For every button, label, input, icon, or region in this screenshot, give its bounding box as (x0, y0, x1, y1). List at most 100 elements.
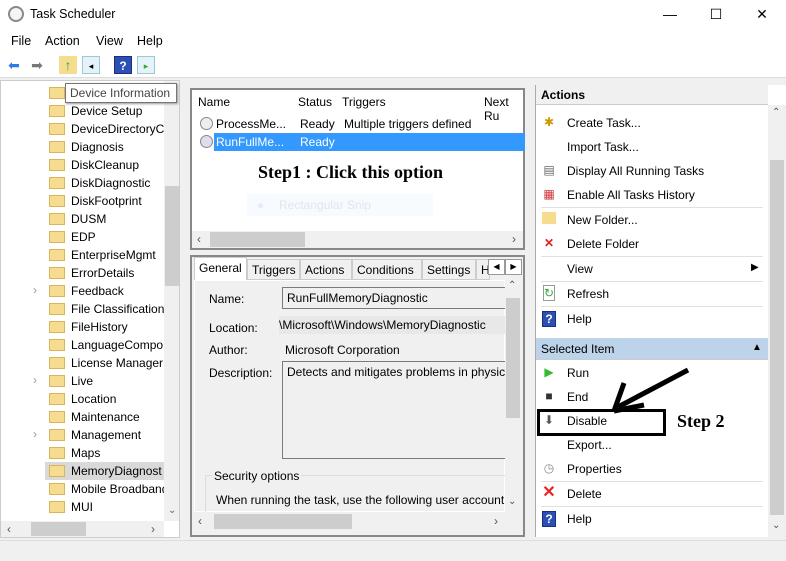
action-new-folder[interactable]: New Folder... (536, 208, 766, 232)
scroll-right-icon[interactable]: › (151, 522, 155, 536)
tree-item[interactable]: Maps (1, 444, 164, 462)
tree-item[interactable]: MemoryDiagnost (45, 462, 164, 480)
tree-item[interactable]: License Manager (1, 354, 164, 372)
task-row[interactable]: ProcessMe... Ready Multiple triggers def… (200, 115, 523, 133)
list-hscroll-thumb[interactable] (210, 232, 305, 247)
list-horizontal-scrollbar[interactable]: ‹ › (192, 231, 523, 248)
menu-action[interactable]: Action (45, 34, 80, 48)
folder-icon (49, 501, 65, 513)
scroll-right-icon[interactable]: › (494, 514, 498, 528)
action-properties[interactable]: ◷ Properties (536, 457, 766, 481)
tab-conditions[interactable]: Conditions (352, 259, 422, 280)
details-hscroll-thumb[interactable] (214, 514, 352, 529)
maximize-button[interactable]: ☐ (693, 0, 739, 30)
task-row-selected[interactable]: RunFullMe... Ready (200, 133, 525, 151)
tree-item[interactable]: › Management (1, 426, 164, 444)
tab-scroll-right-icon[interactable]: ▶ (505, 259, 522, 275)
selected-item-header[interactable]: Selected Item ▲ (536, 338, 768, 360)
show-hide-console-tree-icon[interactable]: ◂ (82, 56, 100, 74)
scroll-left-icon[interactable]: ‹ (198, 514, 202, 528)
tree-item[interactable]: File Classification (1, 300, 164, 318)
tree-item[interactable]: EDP (1, 228, 164, 246)
tree-item[interactable]: FileHistory (1, 318, 164, 336)
tree-item[interactable]: Location (1, 390, 164, 408)
tab-scroll-left-icon[interactable]: ◀ (488, 259, 505, 275)
details-horizontal-scrollbar[interactable]: ‹ › (194, 512, 505, 532)
action-export[interactable]: Export... (536, 433, 766, 457)
menu-help[interactable]: Help (137, 34, 163, 48)
tree-item-label: DUSM (71, 212, 107, 226)
scroll-down-icon[interactable]: ⌄ (168, 505, 176, 516)
collapse-icon[interactable]: ▲ (752, 342, 762, 353)
tab-general[interactable]: General (194, 257, 247, 280)
tree-item[interactable]: DeviceDirectoryCl (1, 120, 164, 138)
tree-item[interactable]: DiskFootprint (1, 192, 164, 210)
action-refresh[interactable]: ↻ Refresh (536, 282, 766, 306)
back-arrow-icon[interactable]: ⬅ (5, 56, 23, 74)
action-help[interactable]: ? Help (536, 307, 766, 331)
tree-scroll-thumb[interactable] (165, 186, 179, 286)
tab-actions[interactable]: Actions (300, 259, 352, 280)
actions-scroll-thumb[interactable] (770, 160, 784, 515)
tree-item[interactable]: EnterpriseMgmt (1, 246, 164, 264)
actions-header[interactable]: Actions (536, 85, 768, 105)
close-button[interactable]: ✕ (739, 0, 785, 30)
forward-arrow-icon[interactable]: ➡ (28, 56, 46, 74)
show-hide-action-pane-icon[interactable]: ▸ (137, 56, 155, 74)
help-icon[interactable]: ? (114, 56, 132, 74)
action-display-all-running-tasks[interactable]: ▤ Display All Running Tasks (536, 159, 766, 183)
description-field[interactable]: Detects and mitigates problems in physic… (282, 361, 510, 459)
action-view[interactable]: View ▶ (536, 257, 766, 281)
tree-item[interactable]: › Feedback (1, 282, 164, 300)
scroll-left-icon[interactable]: ‹ (7, 522, 11, 536)
tree-item[interactable]: Mobile Broadband (1, 480, 164, 498)
tree-item[interactable]: ErrorDetails (1, 264, 164, 282)
menu-view[interactable]: View (96, 34, 123, 48)
action-label: End (567, 390, 589, 404)
tree-item[interactable]: MUI (1, 498, 164, 516)
tree-item[interactable]: DUSM (1, 210, 164, 228)
details-scroll-thumb[interactable] (506, 298, 520, 418)
action-create-task[interactable]: ✱ Create Task... (536, 111, 766, 135)
tree-hscroll-thumb[interactable] (31, 522, 86, 536)
scroll-down-icon[interactable]: ⌄ (508, 496, 516, 507)
tab-triggers[interactable]: Triggers (247, 259, 300, 280)
details-vertical-scrollbar[interactable]: ⌃ ⌄ (505, 280, 521, 512)
tree-item[interactable]: Device Setup (1, 102, 164, 120)
action-label: Help (567, 312, 592, 326)
tree-horizontal-scrollbar[interactable]: ‹ › (1, 521, 164, 537)
tree-item[interactable]: LanguageCompo (1, 336, 164, 354)
scroll-up-icon[interactable]: ⌃ (772, 107, 780, 118)
tree-item-label: Device Setup (71, 104, 143, 118)
tree-item[interactable]: Diagnosis (1, 138, 164, 156)
action-delete[interactable]: ✕ Delete (536, 482, 766, 506)
expand-arrow-icon[interactable]: › (33, 283, 37, 297)
tab-settings[interactable]: Settings (422, 259, 476, 280)
action-import-task[interactable]: Import Task... (536, 135, 766, 159)
tree-item[interactable]: DiskDiagnostic (1, 174, 164, 192)
scroll-left-icon[interactable]: ‹ (197, 232, 201, 246)
menu-file[interactable]: File (11, 34, 31, 48)
scroll-up-icon[interactable]: ⌃ (508, 280, 516, 291)
expand-arrow-icon[interactable]: › (33, 373, 37, 387)
column-header-name[interactable]: Name (198, 95, 230, 109)
action-enable-all-tasks-history[interactable]: ▦ Enable All Tasks History (536, 183, 766, 207)
tree-item-label: MemoryDiagnost (71, 464, 162, 478)
expand-arrow-icon[interactable]: › (33, 427, 37, 441)
tree-item-label: MUI (71, 500, 93, 514)
tree-item[interactable]: DiskCleanup (1, 156, 164, 174)
tooltip: Device Information (65, 83, 177, 103)
action-help[interactable]: ? Help (536, 507, 766, 531)
tree-vertical-scrollbar[interactable]: ⌄ (164, 81, 179, 521)
action-delete-folder[interactable]: ✕ Delete Folder (536, 232, 766, 256)
tree-item[interactable]: Maintenance (1, 408, 164, 426)
up-folder-icon[interactable]: ↑ (59, 56, 77, 74)
actions-vertical-scrollbar[interactable]: ⌃ ⌄ (768, 105, 786, 537)
scroll-down-icon[interactable]: ⌄ (772, 520, 780, 531)
tree-item[interactable]: › Live (1, 372, 164, 390)
name-field[interactable]: RunFullMemoryDiagnostic (282, 287, 510, 309)
scroll-right-icon[interactable]: › (512, 232, 516, 246)
minimize-button[interactable]: — (647, 0, 693, 30)
column-header-triggers[interactable]: Triggers (342, 95, 386, 109)
column-header-status[interactable]: Status (298, 95, 332, 109)
